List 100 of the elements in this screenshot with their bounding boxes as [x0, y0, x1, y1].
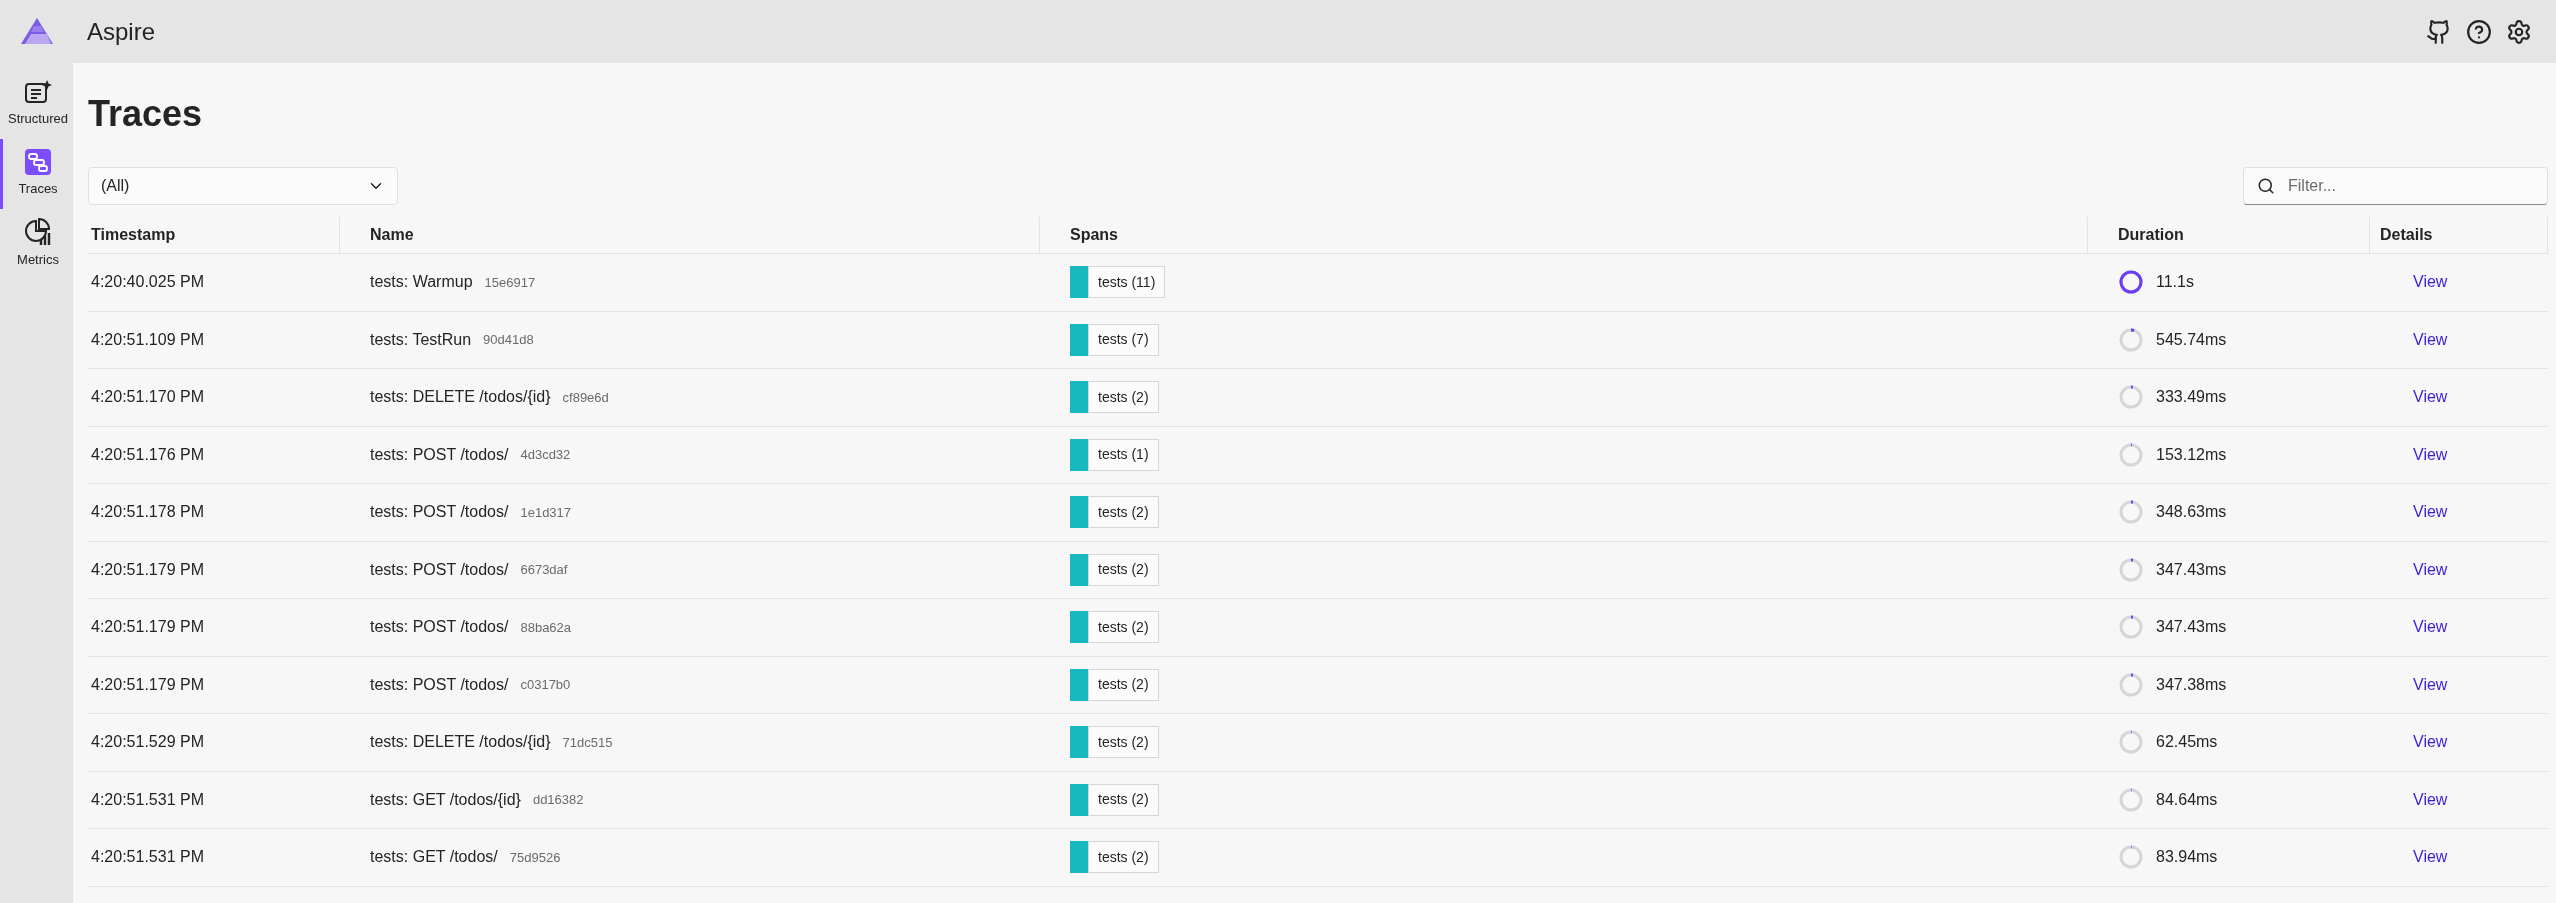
timestamp-cell-text: 4:20:51.179 PM: [90, 617, 205, 638]
view-link[interactable]: View: [2413, 618, 2448, 636]
span-color-bar-icon: [1070, 841, 1088, 874]
column-header: Duration: [2118, 225, 2184, 245]
timestamp-cell-text: 4:20:40.025 PM: [90, 272, 205, 293]
view-link[interactable]: View: [2413, 503, 2448, 521]
filter-field[interactable]: Filter...: [2243, 167, 2548, 205]
duration-text: 545.74ms: [2156, 329, 2227, 350]
trace-id: cf89e6d: [562, 388, 609, 407]
span-color-bar-icon: [1070, 783, 1088, 816]
timestamp-cell-text: 4:20:51.529 PM: [90, 732, 205, 753]
duration-ring-icon: [2118, 269, 2144, 296]
span-color-bar-icon: [1070, 668, 1088, 701]
triangle-logo-icon: [20, 17, 53, 46]
trace-name: tests: GET /todos/{id}: [370, 789, 521, 810]
page-title: Traces: [88, 92, 204, 136]
trace-id: 90d41d8: [483, 331, 534, 349]
duration-text: 11.1s: [2156, 272, 2194, 293]
timestamp-cell-text: 4:20:51.178 PM: [90, 502, 205, 523]
duration-text: 62.45ms: [2156, 732, 2218, 753]
duration-text: 153.12ms: [2156, 444, 2227, 465]
github-icon[interactable]: [2426, 18, 2452, 45]
view-link[interactable]: View: [2413, 330, 2448, 348]
help-icon[interactable]: [2466, 18, 2492, 45]
span-count-tag: tests (1): [1088, 438, 1159, 471]
column-header: Name: [370, 225, 414, 245]
column-header: Spans: [1070, 225, 1118, 245]
view-link[interactable]: View: [2413, 675, 2448, 693]
trace-name: tests: DELETE /todos/{id}: [370, 732, 551, 753]
trace-name: tests: Warmup: [370, 272, 473, 293]
span-count-tag: tests (11): [1088, 266, 1166, 299]
trace-id: 6673daf: [520, 561, 568, 579]
span-count-tag: tests (2): [1088, 553, 1159, 586]
duration-text: 333.49ms: [2156, 387, 2227, 408]
trace-name: tests: POST /todos/: [370, 617, 509, 638]
trace-name: tests: POST /todos/: [370, 502, 509, 523]
timestamp-cell-text: 4:20:51.176 PM: [90, 444, 205, 465]
duration-text: 84.64ms: [2156, 789, 2218, 810]
view-link[interactable]: View: [2413, 273, 2448, 291]
trace-name: tests: POST /todos/: [370, 674, 509, 695]
span-count-tag: tests (2): [1088, 496, 1159, 529]
trace-id: dd16382: [532, 791, 584, 809]
duration-ring-icon: [2118, 384, 2144, 411]
search-icon: [2257, 177, 2275, 195]
duration-text: 347.43ms: [2156, 559, 2227, 580]
trace-name: tests: DELETE /todos/{id}: [370, 387, 551, 408]
view-link[interactable]: View: [2413, 445, 2448, 463]
span-count-tag: tests (2): [1088, 783, 1159, 816]
document-sparkle-icon: [24, 79, 52, 106]
view-link[interactable]: View: [2413, 790, 2448, 808]
trace-name: tests: GET /todos/: [370, 847, 498, 868]
span-count-tag: tests (2): [1088, 841, 1159, 874]
traces-icon: [25, 149, 51, 176]
nav-item[interactable]: Structured: [0, 69, 73, 139]
duration-text: 347.43ms: [2156, 617, 2227, 638]
span-color-bar-icon: [1070, 438, 1088, 471]
trace-id: 4d3cd32: [520, 446, 571, 464]
trace-id: 1e1d317: [520, 503, 572, 522]
duration-ring-icon: [2118, 614, 2144, 641]
timestamp-cell-text: 4:20:51.531 PM: [90, 847, 205, 868]
view-link[interactable]: View: [2413, 388, 2448, 406]
duration-ring-icon: [2118, 499, 2144, 526]
duration-ring-icon: [2118, 441, 2144, 468]
span-color-bar-icon: [1070, 266, 1088, 299]
trace-id: 71dc515: [562, 733, 613, 752]
span-color-bar-icon: [1070, 611, 1088, 644]
trace-id: c0317b0: [520, 676, 571, 694]
nav-item[interactable]: Metrics: [0, 209, 73, 279]
duration-ring-icon: [2118, 729, 2144, 756]
view-link[interactable]: View: [2413, 560, 2448, 578]
column-header: Timestamp: [91, 225, 176, 245]
pie-chart-bars-icon: [24, 218, 52, 247]
duration-ring-icon: [2118, 326, 2144, 353]
settings-icon[interactable]: [2506, 18, 2532, 45]
span-color-bar-icon: [1070, 553, 1088, 586]
span-count-tag: tests (2): [1088, 381, 1159, 414]
timestamp-cell-text: 4:20:51.179 PM: [90, 674, 205, 695]
trace-id: 75d9526: [509, 848, 561, 867]
view-link[interactable]: View: [2413, 733, 2448, 751]
trace-id: 88ba62a: [520, 618, 572, 637]
span-color-bar-icon: [1070, 323, 1088, 356]
duration-ring-icon: [2118, 556, 2144, 583]
timestamp-cell-text: 4:20:51.531 PM: [90, 789, 205, 810]
span-count-tag: tests (2): [1088, 668, 1159, 701]
trace-name: tests: POST /todos/: [370, 444, 509, 465]
span-color-bar-icon: [1070, 726, 1088, 759]
span-count-tag: tests (2): [1088, 611, 1159, 644]
trace-name: tests: POST /todos/: [370, 559, 509, 580]
app-title: Aspire: [87, 16, 156, 47]
duration-text: 348.63ms: [2156, 502, 2227, 523]
trace-name: tests: TestRun: [370, 329, 472, 350]
view-link[interactable]: View: [2413, 848, 2448, 866]
span-color-bar-icon: [1070, 496, 1088, 529]
timestamp-cell-text: 4:20:51.170 PM: [90, 387, 205, 408]
duration-text: 83.94ms: [2156, 847, 2218, 868]
duration-ring-icon: [2118, 671, 2144, 698]
timestamp-cell-text: 4:20:51.109 PM: [90, 329, 205, 350]
resource-select[interactable]: (All): [88, 167, 398, 205]
span-count-tag: tests (2): [1088, 726, 1159, 759]
duration-text: 347.38ms: [2156, 674, 2227, 695]
